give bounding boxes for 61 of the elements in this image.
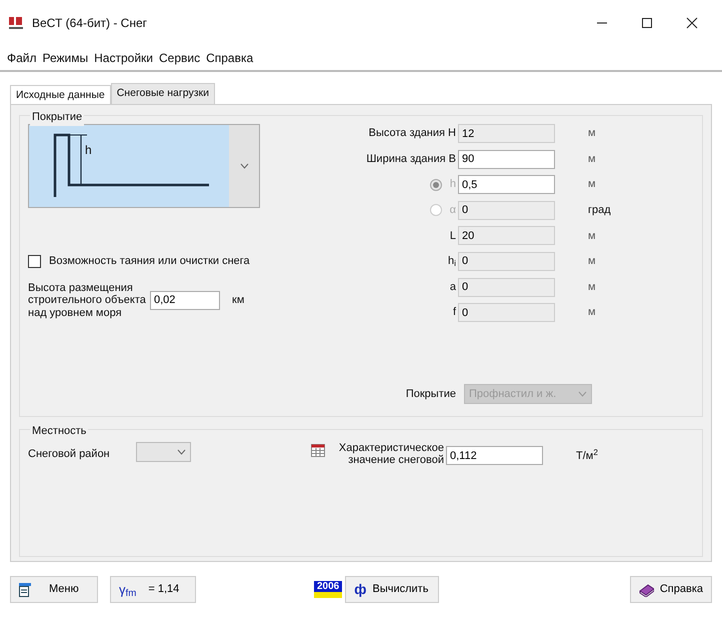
unit-label: м: [587, 178, 596, 190]
safety-factor-button[interactable]: γ$_{fm}$ = 1,14: [110, 576, 196, 603]
input-field[interactable]: 0: [458, 252, 555, 271]
roof-type-dropdown[interactable]: h: [28, 124, 260, 208]
tab[interactable]: Исходные данные: [10, 85, 111, 104]
field-label: Высота здания H: [368, 126, 456, 142]
input-field[interactable]: 90: [458, 150, 555, 169]
input-field[interactable]: 12: [458, 124, 555, 143]
window-title: ВеСТ (64-бит) - Снег: [32, 15, 148, 32]
field-label: Высота размещения строительного объекта над уровнем моря: [28, 282, 147, 320]
field-label: Характеристическое значение снеговой: [338, 442, 444, 466]
unit-label: км: [232, 293, 244, 308]
input-field[interactable]: 0,02: [150, 290, 220, 310]
checkbox-label: Возможность таяния или очистки снега: [49, 254, 250, 269]
menu-item[interactable]: Настройки: [91, 47, 156, 69]
help-button[interactable]: Справка: [630, 576, 712, 603]
menu-item[interactable]: Режимы: [40, 47, 92, 69]
input-field[interactable]: 0,112: [446, 446, 543, 465]
radio-button[interactable]: [430, 178, 442, 191]
caret-icon: [177, 449, 186, 455]
input-field[interactable]: 0: [458, 200, 555, 220]
field-label: L: [450, 228, 456, 244]
radio-button[interactable]: [430, 204, 442, 216]
menu-item[interactable]: Сервис: [156, 47, 204, 69]
input-field[interactable]: 0: [458, 278, 555, 297]
unit-label: м: [587, 152, 596, 165]
menu-button[interactable]: Меню: [10, 576, 98, 603]
field-label: Снеговой район: [28, 447, 111, 462]
field-label: α: [450, 203, 456, 218]
unit-label: м: [587, 280, 596, 293]
unit-label: Т/м$^{2}$: [576, 448, 598, 464]
field-label: f: [452, 305, 456, 320]
input-field[interactable]: 0,5: [458, 175, 555, 194]
year-badge: 2006: [314, 581, 342, 598]
input-field[interactable]: 0: [458, 303, 555, 322]
calculate-button[interactable]: ф Вычислить: [345, 576, 440, 603]
input-field[interactable]: 20: [458, 226, 555, 246]
close-icon[interactable]: [686, 17, 698, 29]
field-label: a: [450, 280, 456, 295]
menu-item[interactable]: Справка: [203, 47, 256, 69]
checkbox[interactable]: [28, 254, 41, 268]
unit-label: м: [587, 255, 596, 268]
field-label: h$_{i}$: [448, 254, 456, 270]
app-logo-icon: [8, 15, 24, 31]
tab[interactable]: Снеговые нагрузки: [110, 83, 215, 104]
table-icon[interactable]: [311, 444, 325, 457]
unit-label: м: [587, 127, 596, 140]
unit-label: град: [587, 204, 611, 216]
field-label: Ширина здания B: [366, 152, 456, 167]
field-label: h: [450, 177, 456, 192]
maximize-icon[interactable]: [640, 17, 652, 29]
group-title: Покрытие: [30, 109, 84, 126]
unit-label: м: [587, 306, 596, 318]
caret-icon: [240, 163, 248, 169]
document-icon: [19, 582, 31, 596]
unit-label: м: [587, 230, 596, 242]
dimension-label: h: [85, 142, 92, 159]
caret-icon: [578, 391, 587, 398]
field-label: Покрытие: [406, 386, 456, 402]
book-icon: [639, 582, 654, 596]
menu-item[interactable]: Файл: [4, 47, 40, 69]
